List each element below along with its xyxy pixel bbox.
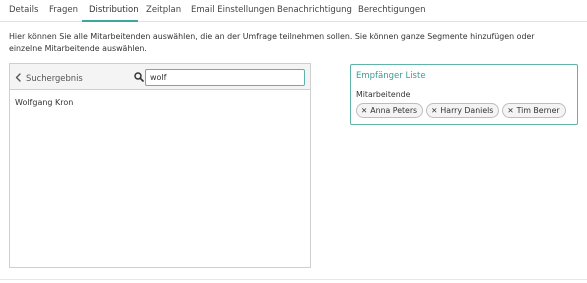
recipient-chip-label: Tim Berner [516, 106, 560, 115]
recipient-chip-label: Harry Daniels [440, 106, 494, 115]
tab-berechtigungen[interactable]: Berechtigungen [358, 5, 426, 15]
search-result-item[interactable]: Wolfgang Kron [15, 98, 73, 107]
search-input[interactable] [145, 69, 305, 86]
close-icon[interactable]: ✕ [361, 107, 367, 115]
recipient-group-label: Mitarbeitende [356, 90, 411, 99]
employee-search-panel: Suchergebnis Wolfgang Kron [9, 63, 311, 268]
recipient-chip[interactable]: ✕ Tim Berner [502, 103, 566, 118]
tab-benachrichtigung[interactable]: Benachrichtigung [277, 5, 352, 15]
recipient-chips: ✕ Anna Peters ✕ Harry Daniels ✕ Tim Bern… [356, 103, 569, 119]
back-label: Suchergebnis [26, 72, 83, 83]
close-icon[interactable]: ✕ [507, 107, 513, 115]
back-to-results-button[interactable]: Suchergebnis [15, 71, 83, 84]
search-header: Suchergebnis [10, 64, 310, 90]
recipient-chip[interactable]: ✕ Harry Daniels [426, 103, 500, 118]
tab-details[interactable]: Details [9, 5, 38, 15]
recipient-chip-label: Anna Peters [370, 106, 418, 115]
bottom-divider [0, 279, 587, 280]
recipient-list-title: Empfänger Liste [356, 71, 426, 81]
tab-bar: Details Fragen Distribution Zeitplan Ema… [0, 0, 587, 22]
close-icon[interactable]: ✕ [431, 107, 437, 115]
chevron-left-icon [15, 73, 21, 82]
search-icon [134, 72, 144, 82]
tab-distribution[interactable]: Distribution [89, 5, 139, 15]
recipient-list: Empfänger Liste Mitarbeitende ✕ Anna Pet… [350, 64, 578, 125]
tab-fragen[interactable]: Fragen [49, 5, 78, 15]
recipient-chip[interactable]: ✕ Anna Peters [356, 103, 424, 118]
tab-email-einstellungen[interactable]: Email Einstellungen [191, 5, 275, 15]
tab-zeitplan[interactable]: Zeitplan [146, 5, 181, 15]
active-tab-indicator [82, 20, 138, 22]
intro-text: Hier können Sie alle Mitarbeitenden ausw… [9, 32, 535, 53]
